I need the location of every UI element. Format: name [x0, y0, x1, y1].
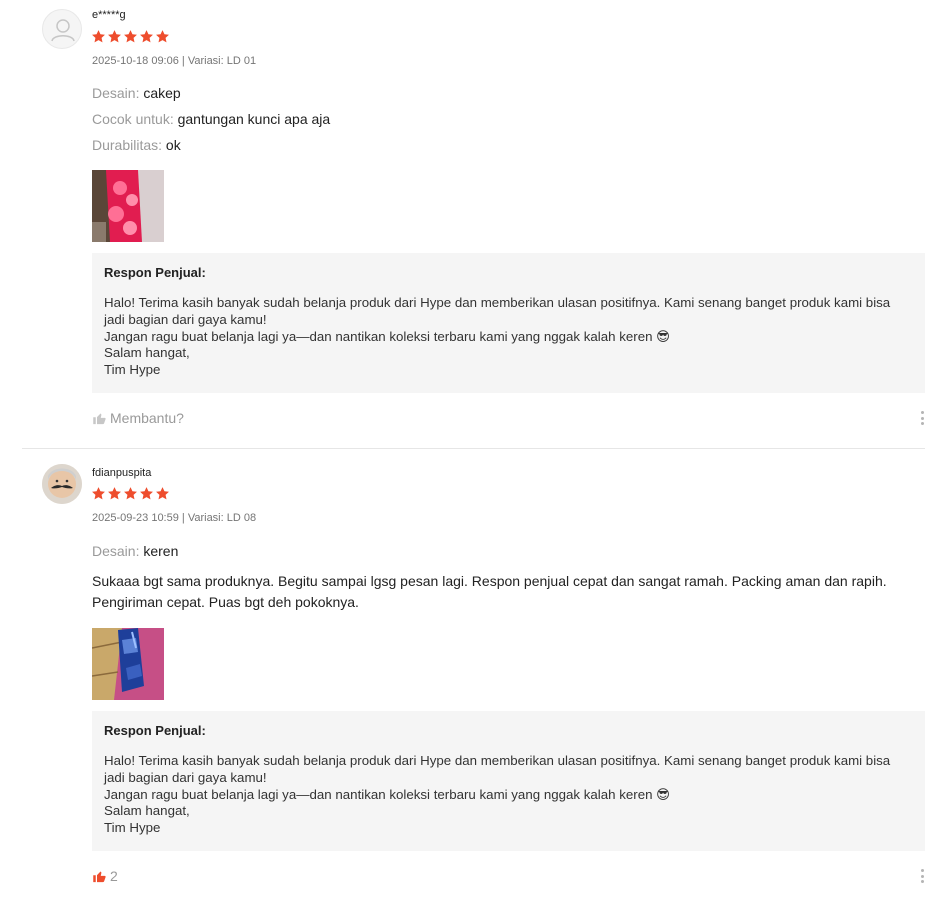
- attribute-label: Cocok untuk:: [92, 111, 174, 127]
- attribute-value: gantungan kunci apa aja: [177, 111, 331, 127]
- helpful-count: 2: [110, 868, 118, 884]
- review-comment: Sukaaa bgt sama produknya. Begitu sampai…: [92, 573, 887, 610]
- review-item: e*****g 2025-10-18 09:06 | Variasi: LD 0…: [0, 0, 946, 449]
- helpful-button[interactable]: 2: [92, 868, 118, 884]
- review-attribute: Desain: keren: [92, 543, 178, 559]
- seller-reply-text: Halo! Terima kasih banyak sudah belanja …: [104, 295, 891, 378]
- review-attribute: Desain: cakep: [92, 85, 181, 101]
- star-icon: [92, 30, 105, 43]
- seller-reply: Respon Penjual: Halo! Terima kasih banya…: [92, 711, 925, 851]
- helpful-button[interactable]: Membantu?: [92, 410, 184, 426]
- star-icon: [140, 30, 153, 43]
- helpful-label: Membantu?: [110, 410, 184, 426]
- seller-reply-title: Respon Penjual:: [104, 723, 206, 738]
- review-meta: 2025-09-23 10:59 | Variasi: LD 08: [92, 512, 257, 524]
- star-icon: [124, 487, 137, 500]
- review-photo[interactable]: [92, 628, 164, 700]
- attribute-label: Durabilitas:: [92, 137, 163, 153]
- more-vertical-icon[interactable]: [917, 409, 927, 427]
- avatar[interactable]: [42, 9, 82, 49]
- review-item: fdianpuspita 2025-09-23 10:59 | Variasi:…: [0, 449, 946, 904]
- avatar[interactable]: [42, 464, 82, 504]
- user-placeholder-icon: [51, 19, 75, 42]
- thumbs-up-icon: [93, 871, 106, 882]
- username: e*****g: [92, 9, 126, 21]
- review-photo[interactable]: [92, 170, 164, 242]
- seller-reply-title: Respon Penjual:: [104, 265, 206, 280]
- review-attribute: Durabilitas: ok: [92, 137, 181, 153]
- thumbs-up-icon: [93, 413, 106, 424]
- star-icon: [156, 30, 169, 43]
- review-attribute: Cocok untuk: gantungan kunci apa aja: [92, 111, 330, 127]
- star-icon: [156, 487, 169, 500]
- review-meta: 2025-10-18 09:06 | Variasi: LD 01: [92, 55, 257, 67]
- star-icon: [108, 487, 121, 500]
- seller-reply-text: Halo! Terima kasih banyak sudah belanja …: [104, 753, 891, 836]
- attribute-value: cakep: [143, 85, 181, 101]
- more-vertical-icon[interactable]: [917, 867, 927, 885]
- attribute-value: keren: [143, 543, 179, 559]
- star-icon: [140, 487, 153, 500]
- rating-stars: [91, 486, 170, 502]
- avatar-image: [42, 464, 82, 504]
- attribute-label: Desain:: [92, 85, 140, 101]
- attribute-value: ok: [165, 137, 181, 153]
- seller-reply: Respon Penjual: Halo! Terima kasih banya…: [92, 253, 925, 393]
- rating-stars: [91, 29, 170, 45]
- star-icon: [92, 487, 105, 500]
- review-photo-image: [92, 170, 164, 242]
- star-icon: [124, 30, 137, 43]
- review-photo-image: [92, 628, 164, 700]
- attribute-label: Desain:: [92, 543, 140, 559]
- star-icon: [108, 30, 121, 43]
- username: fdianpuspita: [92, 467, 152, 479]
